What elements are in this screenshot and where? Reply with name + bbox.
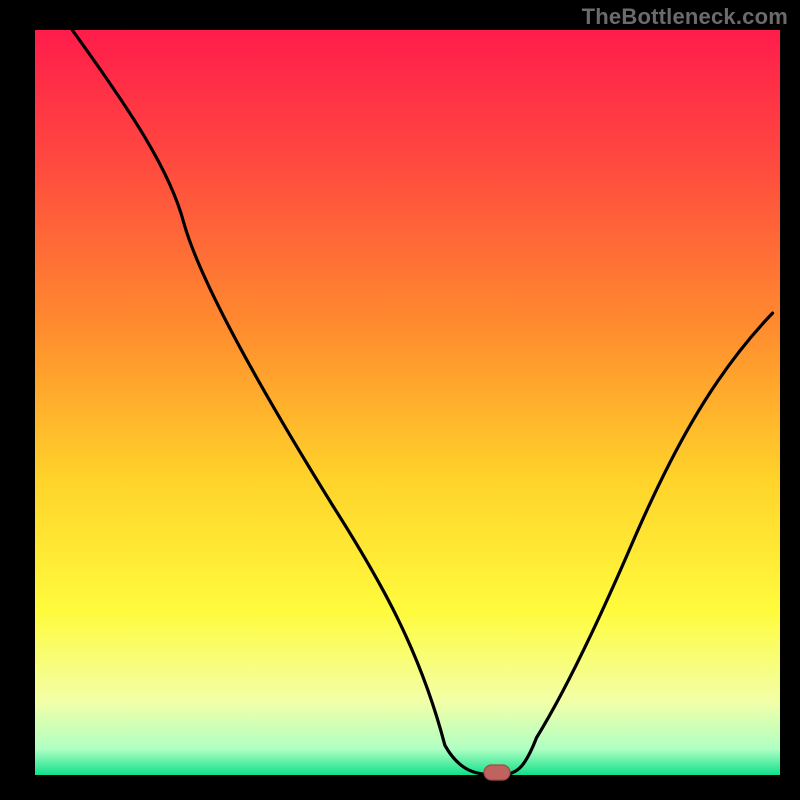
chart-container: TheBottleneck.com bbox=[0, 0, 800, 800]
bottleneck-plot bbox=[0, 0, 800, 800]
watermark-text: TheBottleneck.com bbox=[582, 4, 788, 30]
optimal-point-marker bbox=[484, 765, 510, 780]
